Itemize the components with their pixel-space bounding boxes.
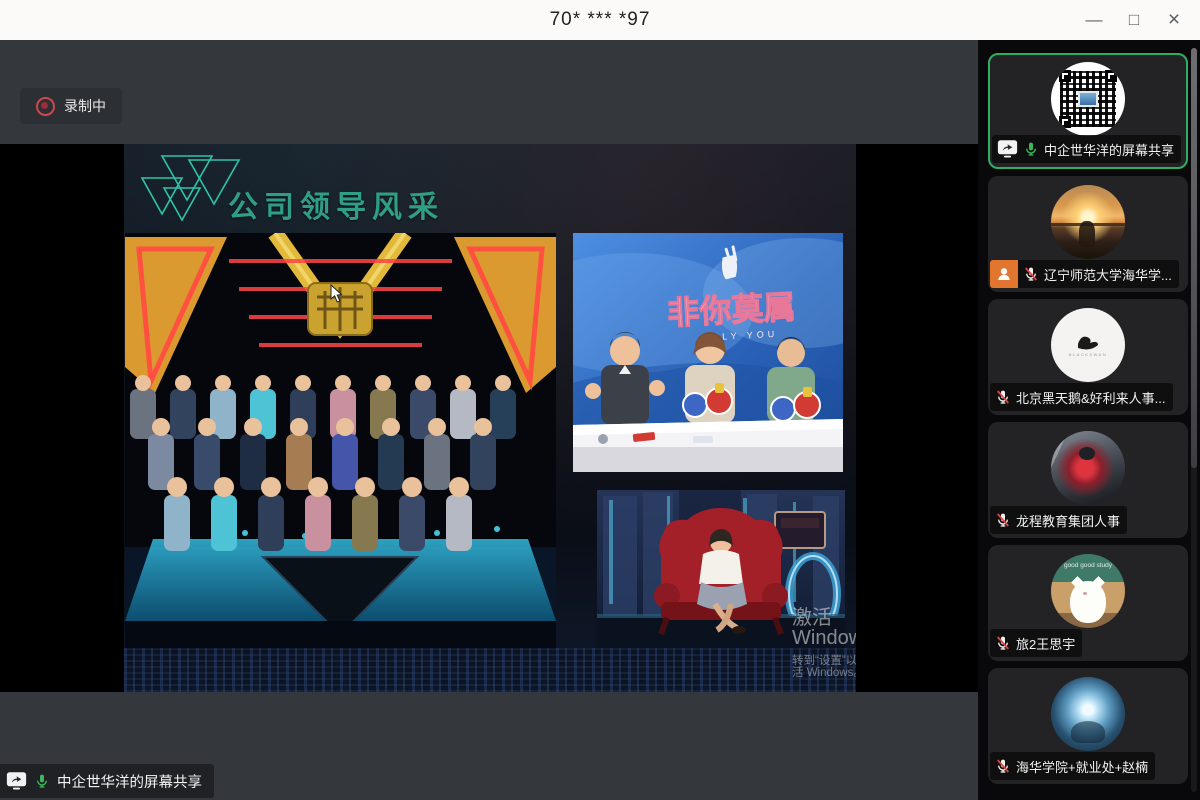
participant-tile[interactable]: BLACKSWAN 北京黑天鹅&好利来人事... (988, 299, 1188, 415)
mic-muted-icon (995, 389, 1011, 405)
recording-label: 录制中 (64, 96, 106, 116)
judges-panel-photo: 非你莫属 ONLY YOU (573, 233, 843, 472)
mic-on-icon (34, 773, 50, 789)
screen-share-icon (6, 771, 27, 791)
record-icon (36, 97, 55, 116)
participant-name: 龙程教育集团人事 (1016, 511, 1120, 530)
watermark-line2: 转到“设置”以激活 Windows。 (792, 656, 856, 679)
mic-on-icon (1023, 141, 1039, 157)
black-swan-logo-avatar: BLACKSWAN (1051, 308, 1125, 382)
participant-name: 海华学院+就业处+赵楠 (1016, 757, 1148, 776)
svg-text:非你莫属: 非你莫属 (667, 289, 797, 332)
slide-city-texture (124, 648, 856, 692)
watermark-line1: 激活 Windows (792, 608, 856, 648)
avatar-board-text: good good study (1051, 562, 1125, 569)
slide-title: 公司领导风采 (228, 182, 444, 226)
participant-name: 中企世华洋的屏幕共享 (1044, 140, 1174, 159)
window-controls: — □ × (1074, 0, 1194, 40)
participant-label: 中企世华洋的屏幕共享 (992, 135, 1181, 163)
participant-name: 北京黑天鹅&好利来人事... (1016, 388, 1166, 407)
sunset-avatar (1051, 185, 1125, 259)
participant-tile[interactable]: 龙程教育集团人事 (988, 422, 1188, 538)
screen-share-banner: 中企世华洋的屏幕共享 (0, 764, 214, 798)
mouse-cursor (330, 284, 344, 304)
participant-label: 北京黑天鹅&好利来人事... (990, 383, 1173, 411)
participant-tile[interactable]: 辽宁师范大学海华学... (988, 176, 1188, 292)
minimize-button[interactable]: — (1074, 0, 1114, 40)
maximize-button[interactable]: □ (1114, 0, 1154, 40)
participant-label: 辽宁师范大学海华学... (1018, 260, 1179, 288)
participant-tile[interactable]: 海华学院+就业处+赵楠 (988, 668, 1188, 784)
windows-activation-watermark: 激活 Windows 转到“设置”以激活 Windows。 (792, 608, 856, 679)
presentation-slide: 公司领导风采 (124, 144, 856, 692)
mic-muted-icon (1023, 266, 1039, 282)
mic-muted-icon (995, 758, 1011, 774)
screen-share-icon (997, 139, 1018, 159)
motorcycle-avatar (1051, 431, 1125, 505)
close-button[interactable]: × (1154, 0, 1194, 40)
participant-name: 辽宁师范大学海华学... (1044, 265, 1172, 284)
mic-muted-icon (995, 512, 1011, 528)
person-photo-avatar (1051, 677, 1125, 751)
avatar-brand-text: BLACKSWAN (1051, 352, 1125, 357)
title-bar: 70* *** *97 — □ × (0, 0, 1200, 41)
meeting-main-area: 公司领导风采 (0, 40, 978, 800)
person-badge-icon (990, 260, 1018, 288)
window-title: 70* *** *97 (550, 9, 651, 31)
participant-tile[interactable]: good good study 旅2王思宇 (988, 545, 1188, 661)
sidebar-scrollbar[interactable] (1191, 48, 1197, 792)
participants-sidebar: 中企世华洋的屏幕共享 辽宁师范大学海华学... (978, 40, 1200, 800)
participant-label: 海华学院+就业处+赵楠 (990, 752, 1155, 780)
participant-name: 旅2王思宇 (1016, 634, 1075, 653)
scrollbar-thumb[interactable] (1191, 48, 1197, 468)
recording-indicator[interactable]: 录制中 (20, 88, 122, 124)
participant-label: 龙程教育集团人事 (990, 506, 1127, 534)
white-cat-avatar: good good study (1051, 554, 1125, 628)
qr-code-avatar (1051, 62, 1125, 136)
participant-tile-sharer[interactable]: 中企世华洋的屏幕共享 (988, 53, 1188, 169)
shared-screen-view: 公司领导风采 (0, 144, 978, 692)
participant-label: 旅2王思宇 (990, 629, 1082, 657)
share-banner-label: 中企世华洋的屏幕共享 (57, 771, 202, 792)
swan-icon (1075, 332, 1101, 350)
mic-muted-icon (995, 635, 1011, 651)
